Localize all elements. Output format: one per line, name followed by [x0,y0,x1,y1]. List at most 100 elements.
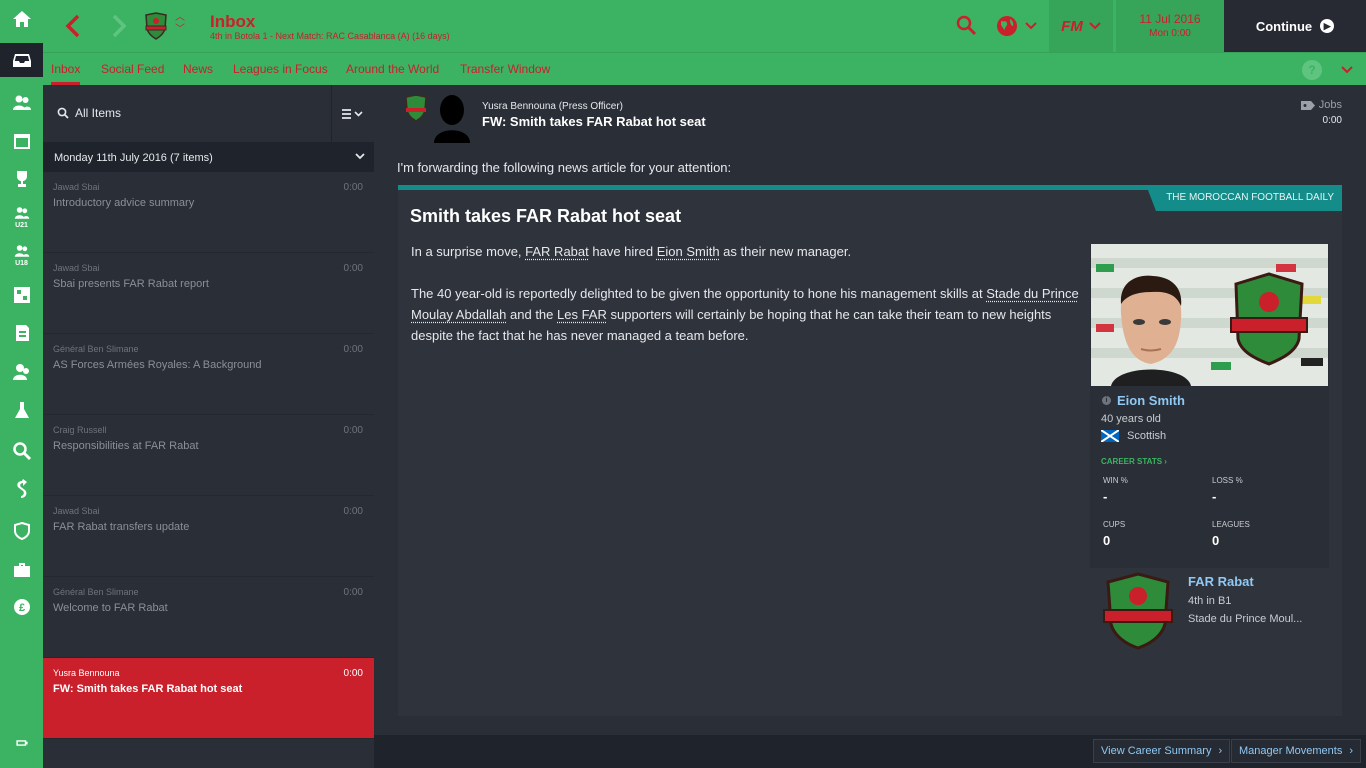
message-subject: FAR Rabat transfers update [53,521,190,533]
tab-strip: Inbox Social Feed News Leagues in Focus … [43,52,1366,85]
career-stats-link[interactable]: CAREER STATS › [1101,457,1167,466]
manager-age: 40 years old [1101,413,1161,425]
tab-transfer-window[interactable]: Transfer Window [460,53,550,85]
briefcase-icon[interactable] [0,553,43,587]
tab-news[interactable]: News [183,53,213,85]
manager-link[interactable]: Eion Smith [657,244,720,259]
inbox-filter-row: All Items [43,85,374,143]
text: have hired [588,244,657,259]
club-info-icon[interactable] [0,514,43,548]
inbox-list: All Items Monday 11th July 2016 (7 items… [43,85,374,768]
career-stats-label: CAREER STATS [1101,457,1163,466]
manager-name-label: Eion Smith [1117,393,1185,408]
club-name[interactable]: FAR Rabat [1188,574,1254,589]
u21-label: U21 [15,221,28,229]
message-item[interactable]: Craig Russell Responsibilities at FAR Ra… [43,415,374,496]
club-switch-chevrons-icon[interactable]: ︿ ﹀ [173,12,187,38]
message-time: 0:00 [343,182,363,193]
battery-icon [0,726,43,760]
transfers-icon[interactable] [0,472,43,506]
view-career-summary-button[interactable]: View Career Summary › [1093,739,1231,763]
chevron-down-icon[interactable] [1341,59,1353,82]
chevron-down-icon [355,153,365,160]
message-category: Jobs [1300,99,1342,111]
search-icon[interactable] [955,14,977,36]
info-icon[interactable]: i [1102,396,1111,405]
game-date[interactable]: 11 Jul 2016 Mon 0:00 [1116,0,1224,52]
manager-card: i Eion Smith 40 years old Scottish CAREE… [1090,244,1329,652]
message-item[interactable]: Général Ben Slimane Welcome to FAR Rabat… [43,577,374,658]
scouting-report-icon[interactable] [0,316,43,350]
club-crest-icon[interactable] [1102,572,1174,650]
manager-name[interactable]: i Eion Smith [1102,393,1185,408]
loss-pct-value: - [1212,489,1217,504]
message-item[interactable]: Jawad Sbai FAR Rabat transfers update 0:… [43,496,374,577]
message-sender: Jawad Sbai [53,506,100,516]
message-item-selected[interactable]: Yusra Bennouna FW: Smith takes FAR Rabat… [43,658,374,739]
message-item[interactable]: Jawad Sbai Introductory advice summary 0… [43,172,374,253]
training-icon[interactable] [0,393,43,427]
squad-icon[interactable] [0,86,43,120]
u18-squad-icon[interactable]: U18 [0,238,43,272]
u21-squad-icon[interactable]: U21 [0,200,43,234]
action-bar: View Career Summary › Manager Movements … [374,735,1366,768]
page-subtitle: 4th in Botola 1 - Next Match: RAC Casabl… [210,31,450,41]
sender-avatar[interactable] [404,93,474,143]
message-time: 0:00 [343,587,363,598]
world-icon[interactable] [995,14,1043,38]
win-pct-label: WIN % [1103,476,1128,485]
inbox-filter[interactable]: All Items [57,106,121,120]
message-item[interactable]: Général Ben Slimane AS Forces Armées Roy… [43,334,374,415]
manager-nationality: Scottish [1101,430,1166,442]
inbox-icon[interactable] [0,43,43,77]
message-group-header[interactable]: Monday 11th July 2016 (7 items) [43,143,374,172]
tab-inbox[interactable]: Inbox [51,53,81,85]
message-sender: Craig Russell [53,425,107,435]
continue-label: Continue [1255,18,1313,34]
message-item[interactable]: Jawad Sbai Sbai presents FAR Rabat repor… [43,253,374,334]
text: as their new manager. [719,244,852,259]
article-paragraph: In a surprise move, FAR Rabat have hired… [411,241,1081,262]
list-menu-icon [342,109,363,119]
trophy-icon[interactable] [0,162,43,196]
tactics-icon[interactable] [0,278,43,312]
back-arrow-icon[interactable] [61,12,85,40]
club-crest-icon[interactable] [143,12,169,40]
sort-menu-button[interactable] [331,85,374,143]
supporters-link[interactable]: Les FAR [557,307,607,322]
article-body: In a surprise move, FAR Rabat have hired… [411,241,1081,367]
player-search-icon[interactable] [0,434,43,468]
message-time: 0:00 [343,506,363,517]
date-label: 11 Jul 2016 [1139,12,1201,26]
fm-menu-button[interactable]: FM [1049,0,1113,52]
button-label: Manager Movements [1239,745,1343,757]
u18-label: U18 [15,259,28,267]
tab-social-feed[interactable]: Social Feed [101,53,164,85]
message-sender: Général Ben Slimane [53,587,139,597]
club-link[interactable]: FAR Rabat [525,244,589,259]
time-label: Mon 0:00 [1149,28,1191,39]
club-stadium: Stade du Prince Moul... [1188,613,1303,625]
message-subject: Introductory advice summary [53,197,195,209]
message-subject: FW: Smith takes FAR Rabat hot seat [53,683,243,695]
continue-button[interactable]: Continue ▶ [1224,0,1366,52]
forward-arrow-icon[interactable] [107,12,131,40]
loss-pct-label: LOSS % [1212,476,1243,485]
tab-around-the-world[interactable]: Around the World [346,53,439,85]
staff-icon[interactable] [0,355,43,389]
chevron-right-icon: › [1218,745,1223,757]
message-time: 0:00 [1322,115,1342,126]
help-icon[interactable]: ? [1302,60,1322,80]
cups-value: 0 [1103,533,1111,548]
finances-icon[interactable]: £ [0,590,43,624]
text: The 40 year-old is reportedly delighted … [411,286,987,301]
cups-label: CUPS [1103,520,1126,529]
arrow-right-icon: ▶ [1320,19,1335,33]
message-time: 0:00 [343,668,363,679]
calendar-icon[interactable] [0,124,43,158]
message-pane: Yusra Bennouna (Press Officer) FW: Smith… [374,85,1366,768]
home-icon[interactable] [0,2,43,36]
search-icon [57,107,69,119]
manager-movements-button[interactable]: Manager Movements › [1231,739,1361,763]
tab-leagues-in-focus[interactable]: Leagues in Focus [233,53,328,85]
